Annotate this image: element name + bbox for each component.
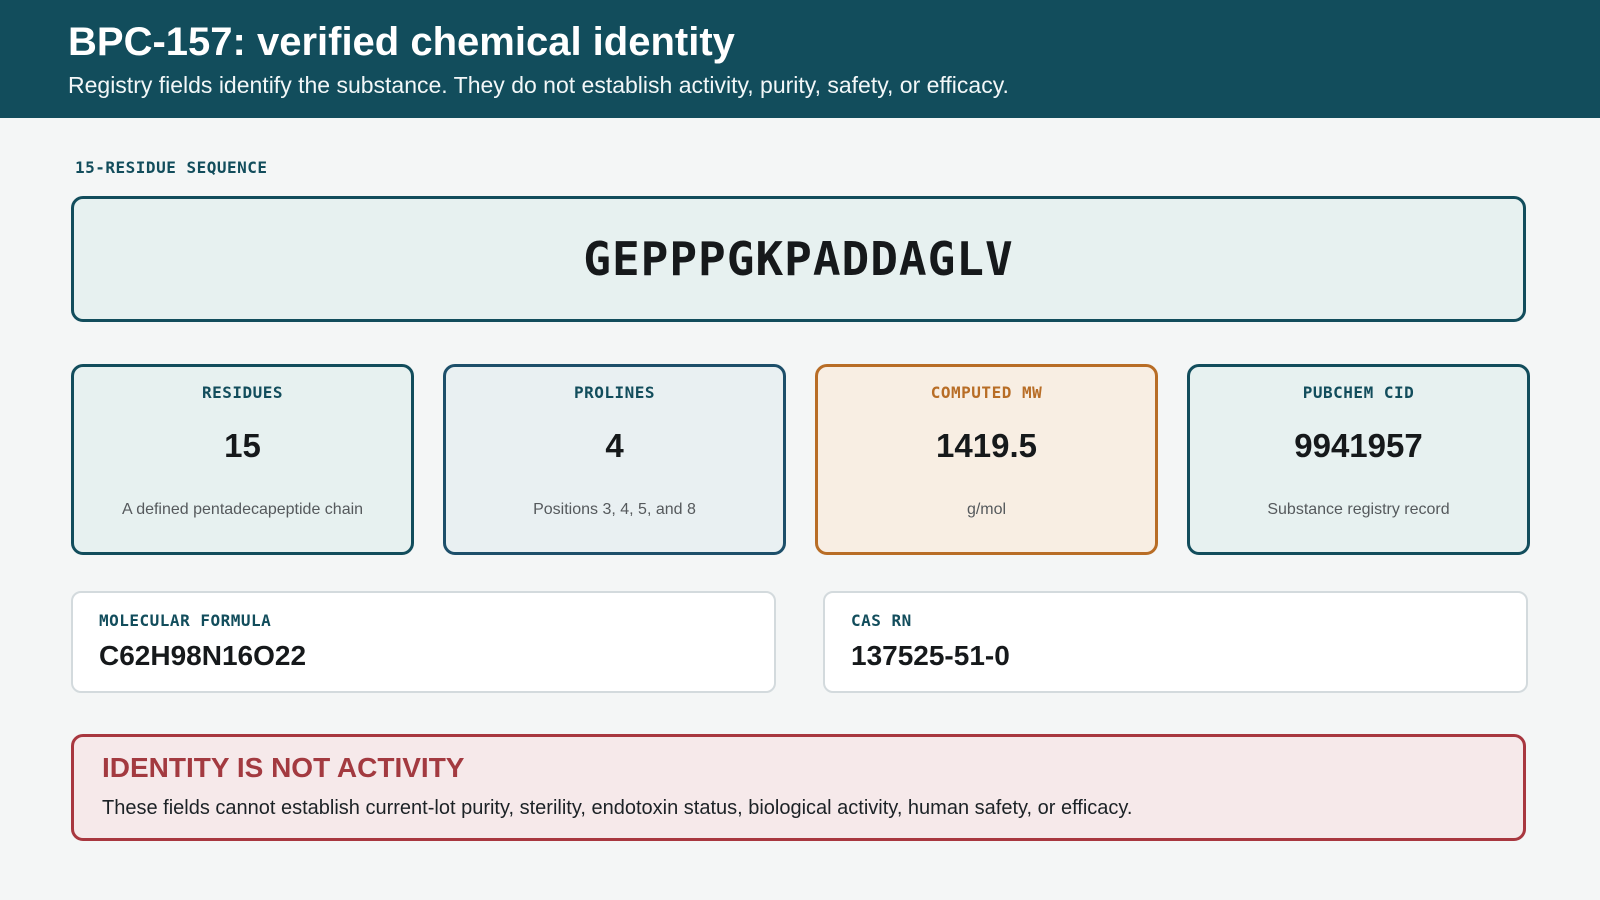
- stat-card-computed-mw: COMPUTED MW 1419.5 g/mol: [815, 364, 1158, 555]
- stat-card-residues: RESIDUES 15 A defined pentadecapeptide c…: [71, 364, 414, 555]
- sequence-card: GEPPPGKPADDAGLV: [71, 196, 1526, 322]
- stat-note: Substance registry record: [1267, 501, 1450, 518]
- stat-value: 15: [224, 427, 261, 464]
- stat-value: 1419.5: [936, 427, 1037, 464]
- stat-label: PROLINES: [573, 383, 656, 402]
- field-value: C62H98N16O22: [99, 640, 307, 671]
- stat-label: RESIDUES: [201, 383, 284, 402]
- stat-label: COMPUTED MW: [930, 383, 1043, 402]
- warning-text: These fields cannot establish current-lo…: [102, 797, 1133, 819]
- stat-card-prolines: PROLINES 4 Positions 3, 4, 5, and 8: [443, 364, 786, 555]
- stat-value: 4: [605, 427, 624, 464]
- page-subtitle: Registry fields identify the substance. …: [68, 72, 1009, 98]
- stat-card-pubchem-cid: PUBCHEM CID 9941957 Substance registry r…: [1187, 364, 1530, 555]
- sequence-label: 15-RESIDUE SEQUENCE: [75, 158, 268, 177]
- cas-rn-card: CAS RN 137525-51-0: [823, 591, 1528, 693]
- stat-value: 9941957: [1294, 427, 1423, 464]
- warning-title: IDENTITY IS NOT ACTIVITY: [102, 752, 465, 783]
- stat-note: g/mol: [966, 501, 1007, 518]
- stat-note: Positions 3, 4, 5, and 8: [533, 501, 696, 518]
- field-label: CAS RN: [851, 611, 912, 630]
- stat-note: A defined pentadecapeptide chain: [121, 501, 364, 518]
- field-value: 137525-51-0: [851, 640, 1010, 671]
- molecular-formula-card: MOLECULAR FORMULA C62H98N16O22: [71, 591, 776, 693]
- stat-label: PUBCHEM CID: [1302, 383, 1415, 402]
- warning-banner: IDENTITY IS NOT ACTIVITY These fields ca…: [71, 734, 1526, 841]
- sequence-value: GEPPPGKPADDAGLV: [583, 232, 1014, 286]
- field-label: MOLECULAR FORMULA: [99, 611, 272, 630]
- page-title: BPC-157: verified chemical identity: [68, 20, 735, 64]
- page-header: BPC-157: verified chemical identity Regi…: [0, 0, 1600, 118]
